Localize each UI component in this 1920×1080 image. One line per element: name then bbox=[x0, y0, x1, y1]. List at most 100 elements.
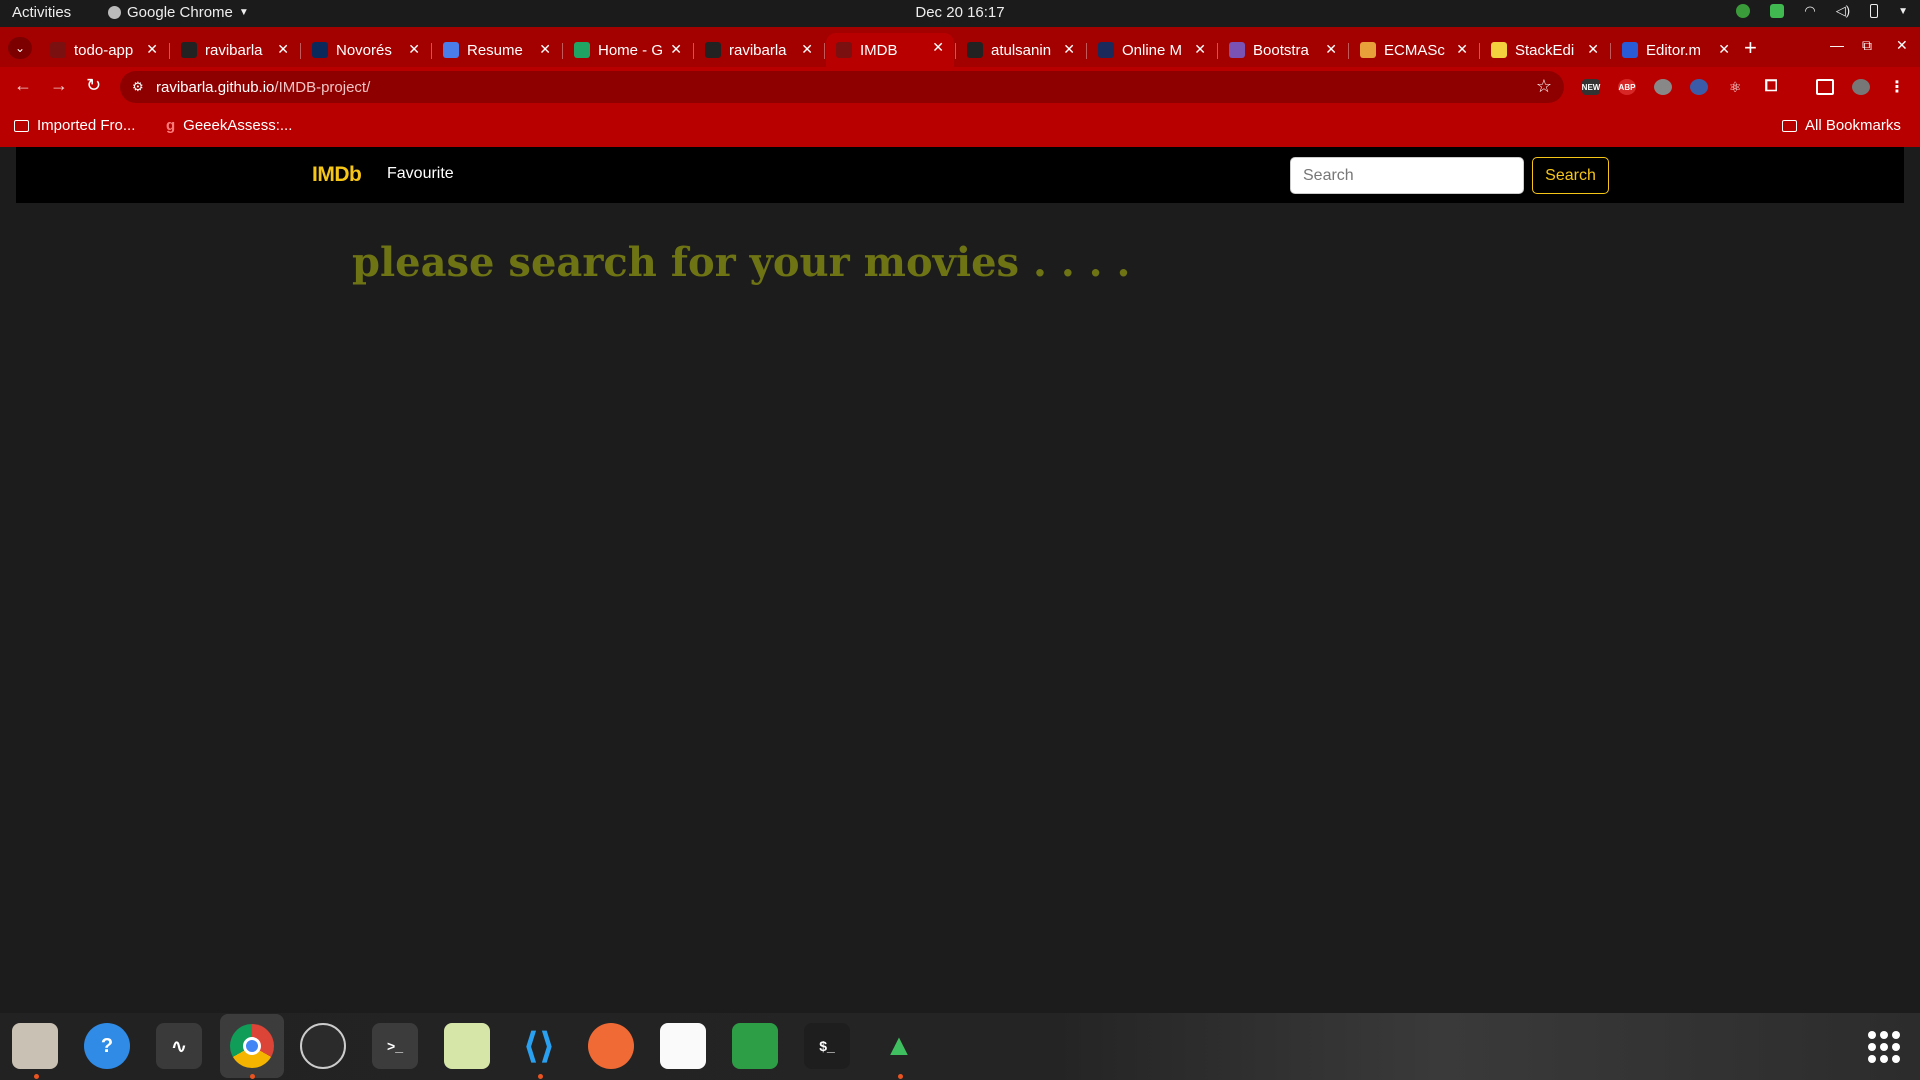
minimize-button[interactable]: — bbox=[1830, 37, 1844, 53]
volume-icon: ◁) bbox=[1835, 3, 1851, 18]
react-devtools-icon[interactable]: ⚛ bbox=[1726, 79, 1744, 95]
bookmarks-bar: Imported Fro... g GeeekAssess:... All Bo… bbox=[0, 107, 1920, 147]
browser-tab[interactable]: ECMASc ✕ bbox=[1350, 35, 1478, 65]
forward-button[interactable]: → bbox=[50, 75, 68, 96]
restore-button[interactable]: ⧉ bbox=[1862, 37, 1872, 54]
site-info-icon[interactable]: ⚙ bbox=[132, 79, 144, 95]
bookmark-star-icon[interactable]: ☆ bbox=[1536, 76, 1552, 97]
side-panel-icon[interactable] bbox=[1816, 79, 1834, 95]
tab-search-button[interactable]: ⌄ bbox=[8, 37, 32, 59]
spreadsheet-app-icon[interactable] bbox=[732, 1023, 778, 1069]
bookmark-folder-imported[interactable]: Imported Fro... bbox=[14, 117, 135, 134]
browser-tab[interactable]: Resume ✕ bbox=[433, 35, 561, 65]
folder-icon bbox=[14, 119, 29, 132]
extension-blue-icon[interactable] bbox=[1690, 79, 1708, 95]
tab-title: ravibarla bbox=[729, 41, 787, 59]
bookmark-geeekassess[interactable]: g GeeekAssess:... bbox=[166, 117, 292, 134]
empty-state-headline: please search for your movies . . . . bbox=[352, 239, 1131, 286]
kebab-menu-icon[interactable]: ⋮ bbox=[1888, 79, 1906, 96]
tab-title: atulsanin bbox=[991, 41, 1052, 59]
close-tab-icon[interactable]: ✕ bbox=[932, 39, 944, 56]
tab-title: ECMASc bbox=[1384, 41, 1445, 59]
terminal-app-icon[interactable]: >_ bbox=[372, 1023, 418, 1069]
tab-separator bbox=[169, 43, 170, 59]
close-tab-icon[interactable]: ✕ bbox=[1456, 41, 1468, 58]
tab-title: todo-app bbox=[74, 41, 134, 59]
browser-tab[interactable]: Bootstra ✕ bbox=[1219, 35, 1347, 65]
reload-button[interactable]: ↻ bbox=[86, 75, 101, 96]
new-tab-button[interactable]: + bbox=[1744, 35, 1757, 61]
profile-avatar[interactable] bbox=[1852, 79, 1870, 95]
tab-title: StackEdi bbox=[1515, 41, 1575, 59]
close-tab-icon[interactable]: ✕ bbox=[1325, 41, 1337, 58]
text-editor-icon[interactable] bbox=[444, 1023, 490, 1069]
nav-link-favourite[interactable]: Favourite bbox=[387, 165, 454, 183]
adblock-icon[interactable]: ABP bbox=[1618, 79, 1636, 95]
extension-news-icon[interactable]: NEW bbox=[1582, 79, 1600, 95]
browser-tab[interactable]: ravibarla ✕ bbox=[695, 35, 823, 65]
help-app-icon[interactable]: ? bbox=[84, 1023, 130, 1069]
browser-tab[interactable]: Editor.m ✕ bbox=[1612, 35, 1740, 65]
system-monitor-icon[interactable]: ∿ bbox=[156, 1023, 202, 1069]
tab-separator bbox=[1086, 43, 1087, 59]
extensions-puzzle-icon[interactable]: ⧠ bbox=[1762, 78, 1780, 95]
vscode-app-icon[interactable]: ⟨⟩ bbox=[516, 1023, 562, 1069]
close-tab-icon[interactable]: ✕ bbox=[670, 41, 682, 58]
browser-tab[interactable]: todo-app ✕ bbox=[40, 35, 168, 65]
search-button[interactable]: Search bbox=[1532, 157, 1609, 194]
timeshift-app-icon[interactable] bbox=[300, 1023, 346, 1069]
battery-icon bbox=[1870, 4, 1879, 18]
close-tab-icon[interactable]: ✕ bbox=[1718, 41, 1730, 58]
close-tab-icon[interactable]: ✕ bbox=[146, 41, 158, 58]
dbeaver-app-icon[interactable] bbox=[660, 1023, 706, 1069]
tab-separator bbox=[955, 43, 956, 59]
imdb-logo[interactable]: IMDb bbox=[312, 163, 362, 187]
github-icon bbox=[705, 42, 721, 58]
tab-title: Online M bbox=[1122, 41, 1183, 59]
stackedit-icon bbox=[1491, 42, 1507, 58]
close-tab-icon[interactable]: ✕ bbox=[408, 41, 420, 58]
browser-tab[interactable]: Home - G ✕ bbox=[564, 35, 692, 65]
movie-search-input[interactable] bbox=[1290, 157, 1524, 194]
github-icon bbox=[181, 42, 197, 58]
tab-separator bbox=[431, 43, 432, 59]
chrome-logo-icon bbox=[230, 1024, 274, 1068]
browser-tab[interactable]: Novorés ✕ bbox=[302, 35, 430, 65]
browser-tab[interactable]: ravibarla ✕ bbox=[171, 35, 299, 65]
close-tab-icon[interactable]: ✕ bbox=[801, 41, 813, 58]
tab-separator bbox=[1217, 43, 1218, 59]
browser-tab[interactable]: atulsanin ✕ bbox=[957, 35, 1085, 65]
close-tab-icon[interactable]: ✕ bbox=[277, 41, 289, 58]
system-top-bar: Activities Google Chrome ▼ Dec 20 16:17 … bbox=[0, 0, 1920, 27]
close-tab-icon[interactable]: ✕ bbox=[1194, 41, 1206, 58]
close-tab-icon[interactable]: ✕ bbox=[1587, 41, 1599, 58]
activities-button[interactable]: Activities bbox=[12, 4, 71, 21]
tab-separator bbox=[1479, 43, 1480, 59]
editor-icon bbox=[1622, 42, 1638, 58]
tab-title: Novorés bbox=[336, 41, 392, 59]
address-bar[interactable]: ⚙ ravibarla.github.io/IMDB-project/ ☆ bbox=[120, 71, 1564, 103]
app-menu[interactable]: Google Chrome ▼ bbox=[108, 4, 249, 21]
clock[interactable]: Dec 20 16:17 bbox=[915, 4, 1004, 21]
shell-app-icon[interactable]: $_ bbox=[804, 1023, 850, 1069]
postman-app-icon[interactable] bbox=[588, 1023, 634, 1069]
site-navbar: IMDb Favourite Search bbox=[16, 147, 1904, 203]
extension-mask-icon[interactable] bbox=[1654, 79, 1672, 95]
chrome-app-icon[interactable] bbox=[220, 1014, 284, 1078]
browser-tab[interactable]: IMDB ✕ bbox=[826, 33, 954, 67]
files-app-icon[interactable] bbox=[12, 1023, 58, 1069]
close-window-button[interactable]: ✕ bbox=[1896, 37, 1908, 54]
dock: ? ∿ >_ ⟨⟩ $_ ▲ bbox=[0, 1013, 1920, 1080]
system-tray[interactable]: ◠ ◁) ▼ bbox=[1736, 3, 1908, 19]
running-indicator bbox=[34, 1074, 39, 1079]
show-apps-grid-icon[interactable] bbox=[1868, 1031, 1900, 1063]
bootstrap-icon bbox=[1229, 42, 1245, 58]
all-bookmarks-button[interactable]: All Bookmarks bbox=[1782, 117, 1901, 134]
browser-tab[interactable]: StackEdi ✕ bbox=[1481, 35, 1609, 65]
close-tab-icon[interactable]: ✕ bbox=[539, 41, 551, 58]
browser-tab[interactable]: Online M ✕ bbox=[1088, 35, 1216, 65]
close-tab-icon[interactable]: ✕ bbox=[1063, 41, 1075, 58]
rocket-app-icon[interactable]: ▲ bbox=[876, 1023, 922, 1069]
back-button[interactable]: ← bbox=[14, 75, 32, 96]
geek-icon: g bbox=[166, 117, 176, 134]
